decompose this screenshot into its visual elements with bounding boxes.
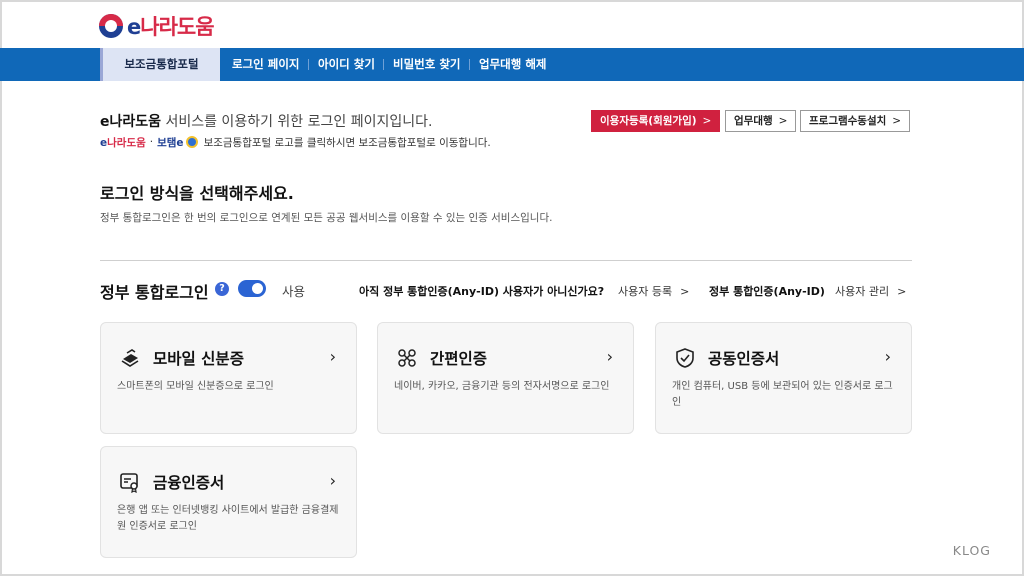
login-card-joint-certificate[interactable]: 공동인증서 › 개인 컴퓨터, USB 등에 보관되어 있는 인증서로 로그인: [655, 322, 912, 434]
e-naradoum-logo[interactable]: e나라도움: [99, 12, 215, 40]
botem-logo-icon: [185, 136, 198, 148]
nav-item-find-password[interactable]: 비밀번호 찾기: [393, 48, 460, 81]
nav-item-find-id[interactable]: 아이디 찾기: [318, 48, 375, 81]
id-card-stack-icon: [121, 349, 139, 367]
shield-check-icon: [676, 348, 694, 368]
login-card-financial-certificate[interactable]: 금융인증서 › 은행 앱 또는 인터넷뱅킹 사이트에서 발급한 금융결제원 인증…: [100, 446, 357, 558]
gov-login-title: 정부 통합로그인: [100, 283, 209, 302]
intro-text: e나라도움 서비스를 이용하기 위한 로그인 페이지입니다.: [100, 114, 433, 130]
card-title: 모바일 신분증: [153, 350, 244, 368]
nav-item-login-page[interactable]: 로그인 페이지: [232, 48, 299, 81]
anyid-register-link[interactable]: 사용자 등록 >: [618, 283, 689, 299]
login-method-description: 정부 통합로그인은 한 번의 로그인으로 연계된 모든 공공 웹서비스를 이용할…: [100, 212, 553, 224]
certificate-icon: [120, 473, 138, 493]
proxy-button[interactable]: 업무대행 >: [725, 110, 797, 132]
botem-link[interactable]: 보탬e: [157, 135, 183, 150]
chevron-right-icon: >: [680, 285, 690, 298]
nav-item-release-proxy[interactable]: 업무대행 해제: [479, 48, 546, 81]
anyid-question: 아직 정부 통합인증(Any-ID) 사용자가 아니신가요?: [359, 285, 605, 298]
e-naradoum-link[interactable]: e나라도움: [100, 135, 146, 150]
card-title: 공동인증서: [708, 350, 780, 368]
section-divider: [100, 260, 912, 261]
login-card-simple-auth[interactable]: 간편인증 › 네이버, 카카오, 금융기관 등의 전자서명으로 로그인: [377, 322, 634, 434]
watermark: KLOG: [952, 543, 991, 558]
logo-text: e나라도움: [127, 15, 215, 39]
register-button[interactable]: 이용자등록(회원가입) >: [591, 110, 721, 132]
login-card-mobile-id[interactable]: 모바일 신분증 › 스마트폰의 모바일 신분증으로 로그인: [100, 322, 357, 434]
nav-divider: [383, 59, 384, 70]
card-description: 스마트폰의 모바일 신분증으로 로그인: [117, 381, 274, 392]
top-nav-bar: 보조금통합포털 로그인 페이지 아이디 찾기 비밀번호 찾기 업무대행 해제: [0, 48, 1024, 81]
chevron-right-icon: ›: [329, 347, 336, 366]
portal-hint: e나라도움 · 보탬e 보조금통합포털 로고를 클릭하시면 보조금통합포털로 이…: [100, 135, 491, 150]
nav-divider: [469, 59, 470, 70]
taegeuk-icon: [99, 14, 123, 38]
chevron-right-icon: >: [892, 115, 902, 127]
gov-login-toggle[interactable]: [238, 280, 266, 297]
card-title: 금융인증서: [153, 474, 225, 492]
manual-install-button[interactable]: 프로그램수동설치 >: [800, 110, 911, 132]
chevron-right-icon: >: [897, 285, 907, 298]
simple-auth-icon: [398, 349, 416, 367]
card-description: 개인 컴퓨터, USB 등에 보관되어 있는 인증서로 로그인: [672, 381, 893, 408]
chevron-right-icon: ›: [606, 347, 613, 366]
toggle-label: 사용: [282, 284, 306, 299]
card-title: 간편인증: [430, 350, 488, 368]
chevron-right-icon: ›: [329, 471, 336, 490]
anyid-title: 정부 통합인증(Any-ID): [709, 285, 825, 298]
chevron-right-icon: >: [702, 115, 712, 127]
card-description: 네이버, 카카오, 금융기관 등의 전자서명으로 로그인: [394, 381, 610, 392]
toggle-knob: [252, 283, 263, 294]
nav-divider: [308, 59, 309, 70]
nav-item-subsidy-portal[interactable]: 보조금통합포털: [100, 48, 220, 81]
chevron-right-icon: ›: [884, 347, 891, 366]
card-description: 은행 앱 또는 인터넷뱅킹 사이트에서 발급한 금융결제원 인증서로 로그인: [117, 505, 339, 532]
anyid-manage-link[interactable]: 사용자 관리 >: [835, 283, 906, 299]
chevron-right-icon: >: [778, 115, 788, 127]
login-method-heading: 로그인 방식을 선택해주세요.: [100, 184, 294, 203]
help-icon[interactable]: ?: [215, 282, 229, 296]
